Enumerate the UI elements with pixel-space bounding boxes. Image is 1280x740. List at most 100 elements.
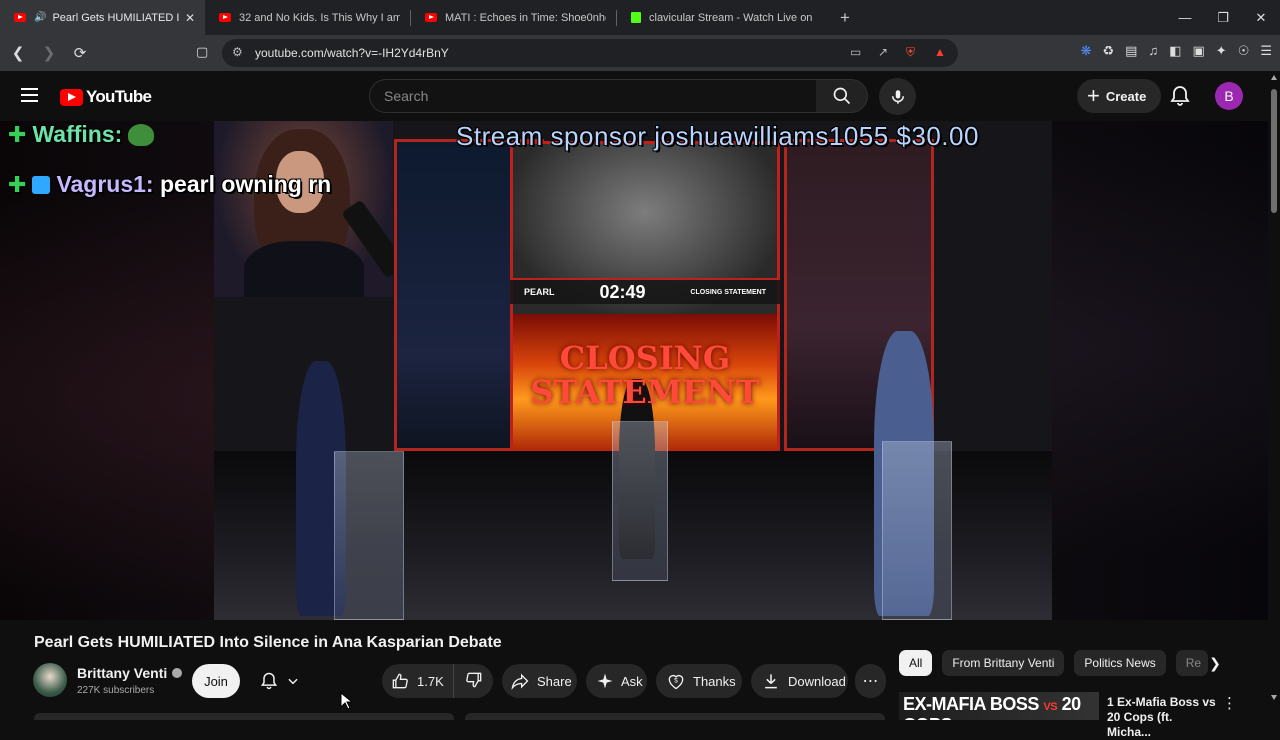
channel-name-row[interactable]: Brittany Venti	[77, 665, 183, 681]
join-button[interactable]: Join	[192, 664, 240, 698]
thanks-label: Thanks	[693, 673, 736, 689]
tab-close-icon[interactable]: ✕	[185, 11, 195, 25]
share-button[interactable]: Share	[502, 664, 577, 698]
more-actions-button[interactable]: ⋯	[855, 664, 886, 698]
search-box	[369, 79, 817, 113]
recommended-video-title[interactable]: 1 Ex-Mafia Boss vs 20 Cops (ft. Micha...	[1107, 695, 1217, 740]
thanks-button[interactable]: $ Thanks	[656, 664, 742, 698]
chip-from-channel[interactable]: From Brittany Venti	[942, 650, 1065, 676]
back-icon[interactable]: ❮	[5, 40, 31, 66]
minimize-icon[interactable]: —	[1166, 0, 1204, 35]
brave-shield-icon[interactable]: ⛨	[906, 45, 915, 60]
thumbs-up-icon	[390, 671, 410, 691]
extensions-puzzle-icon[interactable]: ♻	[1102, 43, 1114, 59]
account-avatar[interactable]: B	[1215, 82, 1243, 110]
bell-icon	[260, 672, 277, 690]
site-settings-icon[interactable]: ⚙	[232, 45, 243, 59]
scroll-up-icon[interactable]	[1271, 75, 1277, 80]
tab-title: MATI : Echoes in Time: Shoe0nhead J	[445, 11, 606, 24]
bookmark-icon[interactable]: ▢	[196, 44, 208, 60]
related-chips: All From Brittany Venti Politics News Re	[899, 650, 1208, 676]
share-label: Share	[537, 673, 572, 689]
chip-truncated[interactable]: Re	[1175, 650, 1208, 676]
new-tab-button[interactable]: +	[830, 0, 860, 35]
channel-name[interactable]: Brittany Venti	[77, 665, 167, 681]
chip-politics-news[interactable]: Politics News	[1074, 650, 1166, 676]
youtube-logo[interactable]: YouTube	[60, 87, 152, 107]
sub-badge-icon: ✚	[8, 172, 27, 197]
wallet-icon[interactable]: ▣	[1192, 43, 1204, 59]
bell-icon	[1170, 86, 1190, 106]
browser-toolbar: ❮ ❯ ⟳ ▢ ⚙ youtube.com/watch?v=-IH2Yd4rBn…	[0, 35, 1280, 71]
podium-center	[612, 421, 668, 581]
kick-favicon-icon	[631, 12, 641, 23]
browser-tab[interactable]: 32 and No Kids. Is This Why I am Lon	[205, 0, 410, 35]
close-window-icon[interactable]: ✕	[1242, 0, 1280, 35]
sidebar-icon[interactable]: ◧	[1169, 43, 1181, 59]
youtube-favicon-icon	[14, 13, 26, 22]
timer-value: 02:49	[599, 281, 646, 302]
youtube-header: YouTube + Create B	[0, 71, 1280, 121]
ask-button[interactable]: Ask	[586, 664, 647, 698]
chevron-right-icon[interactable]: ❯	[1205, 653, 1225, 673]
search-button[interactable]	[816, 79, 868, 113]
browser-tab[interactable]: MATI : Echoes in Time: Shoe0nhead J	[411, 0, 616, 35]
like-button[interactable]: 1.7K	[382, 664, 454, 698]
chat-message: ✚ Vagrus1: pearl owning rn	[8, 171, 331, 198]
description-box-edge	[34, 713, 454, 720]
sparkle-icon	[596, 672, 614, 690]
download-label: Download	[788, 673, 846, 689]
share-page-icon[interactable]: ↗	[878, 45, 888, 59]
vpn-icon[interactable]: ☉	[1238, 43, 1250, 59]
like-dislike-group: 1.7K	[382, 664, 493, 698]
notifications-button[interactable]	[1168, 84, 1192, 108]
search-input[interactable]	[370, 80, 816, 112]
chat-text: pearl owning rn	[159, 171, 332, 197]
chat-message: ✚ Waffins:	[8, 121, 155, 148]
cast-icon[interactable]: ▭	[850, 45, 861, 59]
ask-label: Ask	[621, 673, 643, 689]
youtube-favicon-icon	[219, 13, 231, 22]
download-icon	[761, 671, 781, 691]
address-bar[interactable]: ⚙ youtube.com/watch?v=-IH2Yd4rBnY ▭ ↗ ⛨ …	[222, 39, 958, 67]
extension-icons: ❋ ♻ ▤ ♫ ◧ ▣ ✦ ☉ ☰	[1081, 43, 1272, 59]
chat-username: Vagrus1:	[56, 171, 154, 197]
reader-icon[interactable]: ▤	[1125, 43, 1137, 59]
plus-icon: +	[1087, 83, 1100, 108]
forward-icon[interactable]: ❯	[36, 40, 62, 66]
extension-icon[interactable]: ❋	[1081, 43, 1092, 59]
thumbnail-text: EX-MAFIA BOSS VS 20 COPS	[903, 694, 1099, 720]
youtube-favicon-icon	[425, 13, 437, 22]
comments-box-edge	[465, 713, 885, 720]
channel-avatar[interactable]	[33, 663, 67, 697]
dislike-button[interactable]	[454, 664, 493, 698]
chip-all[interactable]: All	[899, 650, 933, 676]
brave-rewards-icon[interactable]: ▲	[934, 45, 946, 59]
tab-title: Pearl Gets HUMILIATED Into S	[52, 11, 179, 24]
media-icon[interactable]: ♫	[1148, 43, 1158, 59]
cube-badge-icon	[32, 176, 51, 194]
mouse-cursor-icon	[340, 692, 352, 710]
download-button[interactable]: Download	[751, 664, 848, 698]
guide-menu-icon[interactable]	[21, 88, 38, 102]
voice-search-button[interactable]	[879, 78, 916, 115]
scrollbar-thumb[interactable]	[1271, 89, 1277, 213]
stream-sponsor-alert: Stream sponsor joshuawilliams1055 $30.00	[456, 121, 979, 151]
reload-icon[interactable]: ⟳	[67, 40, 93, 66]
like-count: 1.7K	[417, 673, 444, 689]
subscription-notifications-button[interactable]	[249, 664, 309, 698]
browser-tab-strip: 🔊 Pearl Gets HUMILIATED Into S ✕ 32 and …	[0, 0, 1280, 35]
restore-icon[interactable]: ❐	[1204, 0, 1242, 35]
recommended-video-thumbnail[interactable]: EX-MAFIA BOSS VS 20 COPS	[899, 692, 1099, 720]
leo-ai-icon[interactable]: ✦	[1216, 43, 1227, 59]
podium-right	[882, 441, 952, 620]
page-scrollbar[interactable]	[1268, 71, 1280, 720]
more-vertical-icon[interactable]: ⋮	[1222, 694, 1237, 712]
browser-tab-active[interactable]: 🔊 Pearl Gets HUMILIATED Into S ✕	[0, 0, 205, 35]
create-button[interactable]: + Create	[1077, 79, 1162, 113]
browser-tab[interactable]: clavicular Stream - Watch Live on Kic	[617, 0, 822, 35]
audio-playing-icon[interactable]: 🔊	[34, 12, 46, 23]
menu-icon[interactable]: ☰	[1260, 43, 1272, 59]
video-player[interactable]: PEARL 02:49 CLOSING STATEMENT CLOSING ST…	[0, 121, 1268, 620]
scroll-down-icon[interactable]	[1271, 695, 1277, 700]
